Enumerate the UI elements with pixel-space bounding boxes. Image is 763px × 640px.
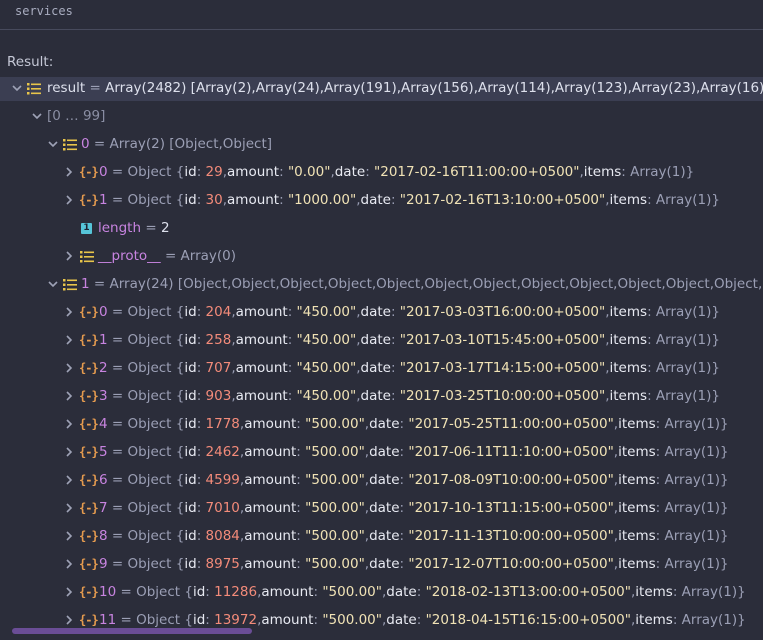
object-row-text: 4 = Object {id: 1778,amount: "500.00",da… bbox=[99, 416, 729, 432]
panel-header: services bbox=[0, 0, 763, 30]
braces-icon: {-} bbox=[79, 165, 99, 179]
object-row-text: 0 = Object {id: 29,amount: "0.00",date: … bbox=[99, 164, 695, 180]
tree-row-group-0[interactable]: 0 = Array(2) [Object,Object] bbox=[0, 133, 763, 157]
object-row-text: 9 = Object {id: 8975,amount: "500.00",da… bbox=[99, 556, 729, 572]
object-row[interactable]: {-} 8 = Object {id: 8084,amount: "500.00"… bbox=[0, 525, 763, 549]
object-row[interactable]: {-} 2 = Object {id: 707,amount: "450.00",… bbox=[0, 357, 763, 381]
list-icon bbox=[27, 82, 41, 96]
object-row[interactable]: {-} 3 = Object {id: 903,amount: "450.00",… bbox=[0, 385, 763, 409]
chevron-right-icon[interactable] bbox=[62, 333, 76, 347]
braces-icon: {-} bbox=[79, 445, 99, 459]
object-row[interactable]: {-} 10 = Object {id: 11286,amount: "500.0… bbox=[0, 581, 763, 605]
tree-row-root-text: result = Array(2482) [Array(2),Array(24)… bbox=[47, 80, 763, 96]
tree-row-length-text: length = 2 bbox=[98, 220, 170, 236]
braces-icon: {-} bbox=[79, 389, 99, 403]
chevron-down-icon[interactable] bbox=[46, 137, 60, 151]
chevron-down-icon[interactable] bbox=[46, 277, 60, 291]
tree-row-group-0-text: 0 = Array(2) [Object,Object] bbox=[81, 136, 273, 152]
object-row-text: 11 = Object {id: 13972,amount: "500.00",… bbox=[99, 612, 746, 628]
object-row-text: 2 = Object {id: 707,amount: "450.00",dat… bbox=[99, 360, 720, 376]
tree-row-root[interactable]: result = Array(2482) [Array(2),Array(24)… bbox=[0, 77, 763, 101]
object-row-text: 6 = Object {id: 4599,amount: "500.00",da… bbox=[99, 472, 729, 488]
chevron-right-icon[interactable] bbox=[62, 585, 76, 599]
object-row[interactable]: {-} 0 = Object {id: 204,amount: "450.00",… bbox=[0, 301, 763, 325]
braces-icon: {-} bbox=[79, 305, 99, 319]
object-row[interactable]: {-} 9 = Object {id: 8975,amount: "500.00"… bbox=[0, 553, 763, 577]
object-row-text: 1 = Object {id: 30,amount: "1000.00",dat… bbox=[99, 192, 720, 208]
chevron-right-icon[interactable] bbox=[62, 193, 76, 207]
chevron-right-icon[interactable] bbox=[62, 361, 76, 375]
result-label: Result: bbox=[7, 54, 54, 70]
chevron-right-icon[interactable] bbox=[62, 417, 76, 431]
object-row-text: 7 = Object {id: 7010,amount: "500.00",da… bbox=[99, 500, 729, 516]
chevron-right-icon[interactable] bbox=[62, 501, 76, 515]
object-row-text: 8 = Object {id: 8084,amount: "500.00",da… bbox=[99, 528, 729, 544]
braces-icon: {-} bbox=[79, 193, 99, 207]
object-row[interactable]: {-} 7 = Object {id: 7010,amount: "500.00"… bbox=[0, 497, 763, 521]
chevron-right-icon[interactable] bbox=[62, 305, 76, 319]
braces-icon: {-} bbox=[79, 361, 99, 375]
braces-icon: {-} bbox=[79, 585, 99, 599]
list-icon bbox=[63, 278, 77, 292]
list-icon bbox=[63, 138, 77, 152]
object-row[interactable]: {-} 1 = Object {id: 258,amount: "450.00",… bbox=[0, 329, 763, 353]
object-row[interactable]: {-} 0 = Object {id: 29,amount: "0.00",dat… bbox=[0, 161, 763, 185]
object-row-text: 10 = Object {id: 11286,amount: "500.00",… bbox=[99, 584, 746, 600]
braces-icon: {-} bbox=[79, 473, 99, 487]
chevron-right-icon[interactable] bbox=[62, 613, 76, 627]
object-row[interactable]: {-} 4 = Object {id: 1778,amount: "500.00"… bbox=[0, 413, 763, 437]
object-row-text: 0 = Object {id: 204,amount: "450.00",dat… bbox=[99, 304, 720, 320]
chevron-right-icon[interactable] bbox=[62, 389, 76, 403]
braces-icon: {-} bbox=[79, 333, 99, 347]
object-row[interactable]: {-} 1 = Object {id: 30,amount: "1000.00",… bbox=[0, 189, 763, 213]
chevron-right-icon[interactable] bbox=[62, 473, 76, 487]
panel-title: services bbox=[15, 4, 73, 18]
chevron-right-icon[interactable] bbox=[62, 165, 76, 179]
list-icon bbox=[80, 250, 94, 264]
object-row[interactable]: {-} 6 = Object {id: 4599,amount: "500.00"… bbox=[0, 469, 763, 493]
tree-row-range[interactable]: [0 … 99] bbox=[0, 105, 763, 129]
number-badge-icon: 1 bbox=[81, 223, 92, 234]
horizontal-scrollbar[interactable] bbox=[12, 628, 252, 634]
object-row-text: 1 = Object {id: 258,amount: "450.00",dat… bbox=[99, 332, 720, 348]
range-label: [0 … 99] bbox=[47, 108, 106, 124]
chevron-right-icon[interactable] bbox=[62, 529, 76, 543]
tree-row-group-1[interactable]: 1 = Array(24) [Object,Object,Object,Obje… bbox=[0, 273, 763, 297]
tree-row-group-1-text: 1 = Array(24) [Object,Object,Object,Obje… bbox=[81, 276, 763, 292]
braces-icon: {-} bbox=[79, 613, 99, 627]
braces-icon: {-} bbox=[79, 417, 99, 431]
chevron-right-icon[interactable] bbox=[62, 557, 76, 571]
chevron-right-icon[interactable] bbox=[62, 445, 76, 459]
object-row-text: 5 = Object {id: 2462,amount: "500.00",da… bbox=[99, 444, 729, 460]
chevron-right-icon[interactable] bbox=[62, 249, 76, 263]
braces-icon: {-} bbox=[79, 557, 99, 571]
object-row-text: 3 = Object {id: 903,amount: "450.00",dat… bbox=[99, 388, 720, 404]
tree-row-proto-text: __proto__ = Array(0) bbox=[98, 248, 237, 264]
chevron-down-icon[interactable] bbox=[30, 109, 44, 123]
object-row[interactable]: {-} 5 = Object {id: 2462,amount: "500.00"… bbox=[0, 441, 763, 465]
tree-row-proto[interactable]: __proto__ = Array(0) bbox=[0, 245, 763, 269]
braces-icon: {-} bbox=[79, 501, 99, 515]
chevron-down-icon[interactable] bbox=[10, 81, 24, 95]
braces-icon: {-} bbox=[79, 529, 99, 543]
tree-row-length[interactable]: 1 length = 2 bbox=[0, 217, 763, 241]
